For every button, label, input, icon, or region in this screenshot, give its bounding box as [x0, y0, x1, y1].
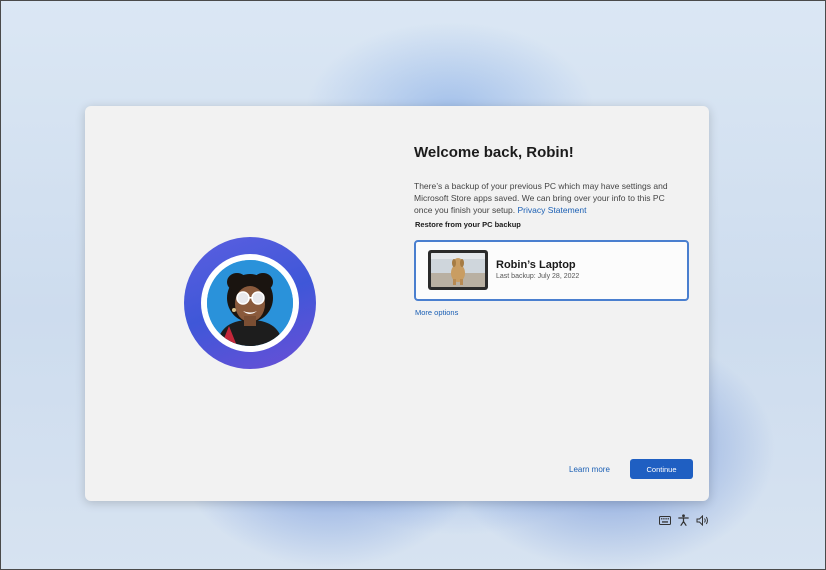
device-name: Robin’s Laptop [496, 259, 576, 271]
restore-heading: Restore from your PC backup [415, 220, 521, 229]
backup-option-card[interactable]: Robin’s Laptop Last backup: July 28, 202… [414, 240, 689, 301]
continue-button[interactable]: Continue [630, 459, 693, 479]
keyboard-icon[interactable] [658, 514, 672, 526]
last-backup-date: Last backup: July 28, 2022 [496, 273, 580, 280]
page-title: Welcome back, Robin! [414, 144, 574, 161]
volume-icon[interactable] [695, 514, 709, 526]
privacy-statement-link[interactable]: Privacy Statement [518, 205, 587, 215]
learn-more-link[interactable]: Learn more [569, 465, 610, 474]
device-thumbnail [428, 250, 488, 290]
user-photo-icon [207, 260, 293, 346]
dog-photo-icon [431, 253, 485, 287]
avatar [207, 260, 293, 346]
accessibility-icon[interactable] [676, 514, 690, 526]
backup-description: There’s a backup of your previous PC whi… [414, 180, 674, 216]
setup-dialog: Welcome back, Robin! There’s a backup of… [85, 106, 709, 501]
more-options-link[interactable]: More options [415, 308, 458, 317]
